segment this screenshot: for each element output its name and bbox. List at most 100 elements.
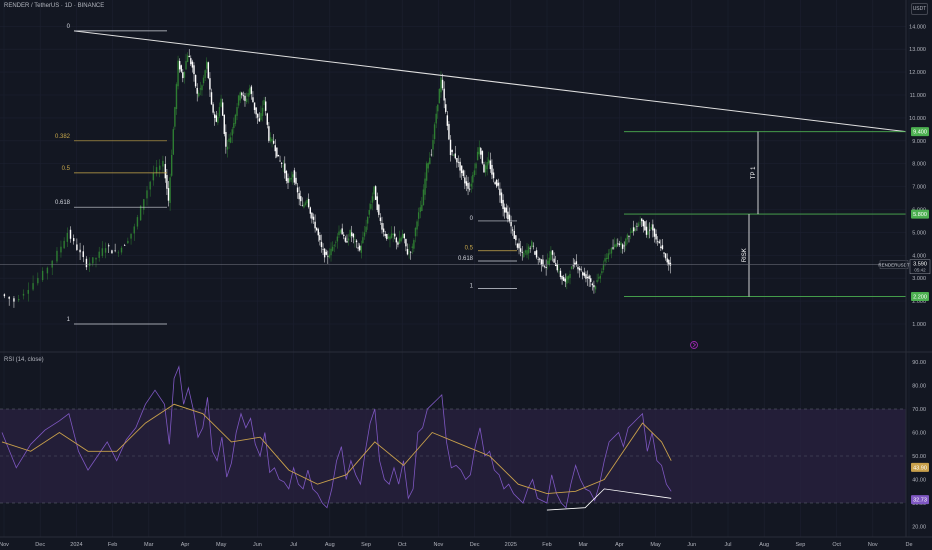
candle-down (343, 234, 345, 236)
candle-up (127, 240, 129, 244)
candle-up (186, 55, 189, 62)
candle-up (239, 92, 241, 101)
candle-up (66, 232, 69, 242)
candle-down (661, 245, 664, 250)
candle-down (545, 266, 547, 269)
candle-up (433, 124, 436, 140)
candle-up (634, 228, 637, 231)
price-tick-label: 1.000 (912, 322, 926, 328)
candle-down (451, 149, 453, 153)
candle-down (443, 88, 445, 101)
candle-down (489, 160, 492, 170)
candle-down (295, 177, 297, 184)
candle-down (178, 61, 181, 70)
candle-down (379, 217, 382, 222)
rsi-tick-label: 50.00 (912, 454, 926, 460)
candle-up (234, 114, 237, 124)
candle-up (335, 242, 337, 243)
date-tick-label: May (650, 542, 661, 548)
candle-down (352, 233, 355, 238)
candle-up (631, 230, 633, 233)
candle-down (572, 265, 574, 267)
candle-down (386, 234, 388, 240)
candle-down (327, 255, 329, 257)
date-tick-label: Nov (434, 542, 444, 548)
candle-down (296, 187, 299, 193)
symbol-tag-text: RENDERUSDT (878, 263, 910, 268)
candle-up (605, 257, 608, 260)
candle-down (669, 262, 672, 266)
candle-up (365, 226, 367, 233)
date-tick-label: Feb (108, 542, 117, 548)
candle-up (120, 247, 123, 253)
candle-down (284, 163, 286, 174)
candle-down (405, 238, 407, 247)
currency-button[interactable]: USDT (911, 3, 928, 15)
date-tick-label: Jul (724, 542, 731, 548)
candle-down (503, 207, 506, 213)
candle-up (183, 71, 186, 78)
candle-up (417, 212, 420, 219)
price-tick-label: 8.000 (912, 162, 926, 168)
candle-down (543, 266, 546, 267)
candle-down (513, 231, 515, 239)
candle-down (403, 233, 406, 239)
candle-up (531, 241, 533, 248)
candle-up (453, 154, 455, 156)
candle-down (320, 241, 323, 247)
candle-up (229, 137, 232, 143)
candle-down (551, 250, 554, 255)
candle-down (500, 192, 503, 204)
candle-up (162, 160, 164, 167)
candle-up (218, 107, 221, 117)
candle-up (476, 151, 479, 161)
candle-up (304, 202, 307, 205)
candle-up (647, 231, 649, 235)
candle-up (133, 226, 135, 234)
candle-down (308, 198, 310, 208)
candle-down (3, 294, 6, 297)
candle-down (481, 151, 484, 164)
candle-down (465, 181, 468, 186)
candle-up (32, 283, 34, 290)
candle-down (537, 259, 539, 260)
candle-down (397, 242, 399, 245)
candle-up (88, 262, 91, 267)
date-tick-label: May (216, 542, 227, 548)
candle-down (180, 65, 182, 72)
candle-up (60, 246, 62, 253)
symbol-header[interactable]: RENDER / TetherUS · 1D · BINANCE (4, 3, 104, 9)
candle-up (419, 207, 421, 213)
candle-down (8, 296, 10, 299)
candle-up (175, 84, 178, 110)
candle-down (582, 272, 584, 276)
candle-up (596, 280, 598, 282)
candle-down (660, 246, 662, 248)
price-tick-label: 4.000 (912, 253, 926, 259)
candle-up (416, 221, 418, 230)
candle-down (264, 101, 267, 111)
candle-down (285, 170, 288, 181)
date-tick-label: Sep (796, 542, 806, 548)
candle-down (323, 248, 326, 258)
rsi-indicator-title[interactable]: RSI (14, close) (4, 357, 44, 363)
candle-up (130, 233, 132, 239)
candle-down (494, 182, 496, 185)
date-tick-label: Feb (542, 542, 551, 548)
candle-down (585, 274, 587, 279)
candle-down (250, 86, 253, 94)
candle-up (470, 183, 472, 187)
candle-down (577, 266, 579, 270)
candle-up (362, 237, 364, 244)
candle-down (612, 247, 614, 249)
candle-up (56, 250, 58, 262)
candle-down (272, 140, 275, 144)
candle-down (496, 179, 498, 187)
candle-down (456, 158, 458, 163)
candle-down (510, 221, 512, 227)
candle-down (483, 164, 485, 173)
candle-down (464, 177, 466, 184)
candle-up (18, 298, 20, 301)
candle-up (558, 269, 560, 271)
candle-down (167, 188, 170, 201)
